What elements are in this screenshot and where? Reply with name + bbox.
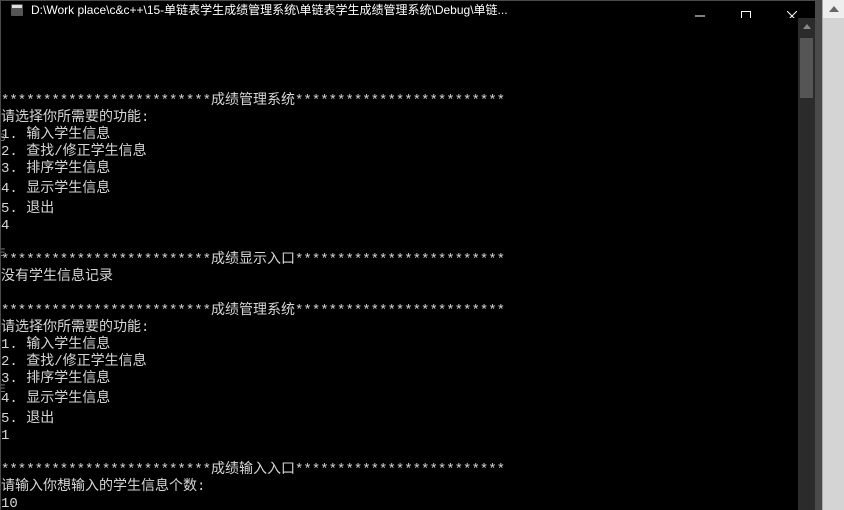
console-line (1, 445, 794, 462)
scroll-up-icon (823, 0, 844, 18)
gutter-mark: E (1, 382, 6, 399)
console-line: *************************成绩管理系统*********… (1, 303, 794, 320)
console-line: 5. 退出 (1, 411, 794, 428)
console-line: 4 (1, 218, 794, 235)
console-line: *************************成绩输入入口*********… (1, 462, 794, 479)
outer-scroll-track (823, 18, 844, 510)
gutter-mark: 8 (1, 131, 6, 148)
console-line: 请输入你想输入的学生信息个数: (1, 479, 794, 496)
console-line: 3. 排序学生信息 (1, 161, 794, 178)
console-line: *************************成绩显示入口*********… (1, 252, 794, 269)
console-line: 4. 显示学生信息 (1, 391, 794, 408)
console-line: 5. 退出 (1, 201, 794, 218)
console-line: 10 (1, 496, 794, 510)
scroll-thumb[interactable] (800, 38, 813, 98)
window-title: D:\Work place\c&c++\15-单链表学生成绩管理系统\单链表学生… (31, 1, 508, 18)
console-line (1, 235, 794, 252)
console-output[interactable]: 8 E E *************************成绩管理系统*****… (1, 18, 798, 510)
console-window: D:\Work place\c&c++\15-单链表学生成绩管理系统\单链表学生… (0, 0, 816, 510)
title-bar: D:\Work place\c&c++\15-单链表学生成绩管理系统\单链表学生… (1, 1, 815, 18)
gutter-mark: E (1, 246, 6, 263)
console-line: 1. 输入学生信息 (1, 337, 794, 354)
console-line: 2. 查找/修正学生信息 (1, 144, 794, 161)
console-line: 3. 排序学生信息 (1, 371, 794, 388)
console-line: 1 (1, 428, 794, 445)
console-line: 4. 显示学生信息 (1, 181, 794, 198)
console-line: 没有学生信息记录 (1, 269, 794, 286)
console-line: 1. 输入学生信息 (1, 127, 794, 144)
console-line: 2. 查找/修正学生信息 (1, 354, 794, 371)
console-line: 请选择你所需要的功能: (1, 110, 794, 127)
vertical-scrollbar[interactable] (798, 18, 815, 510)
scroll-up-icon (798, 18, 815, 35)
console-line (1, 286, 794, 303)
app-icon (9, 2, 25, 18)
console-line: *************************成绩管理系统*********… (1, 93, 794, 110)
outer-scrollbar[interactable] (822, 0, 844, 510)
console-line: 请选择你所需要的功能: (1, 320, 794, 337)
